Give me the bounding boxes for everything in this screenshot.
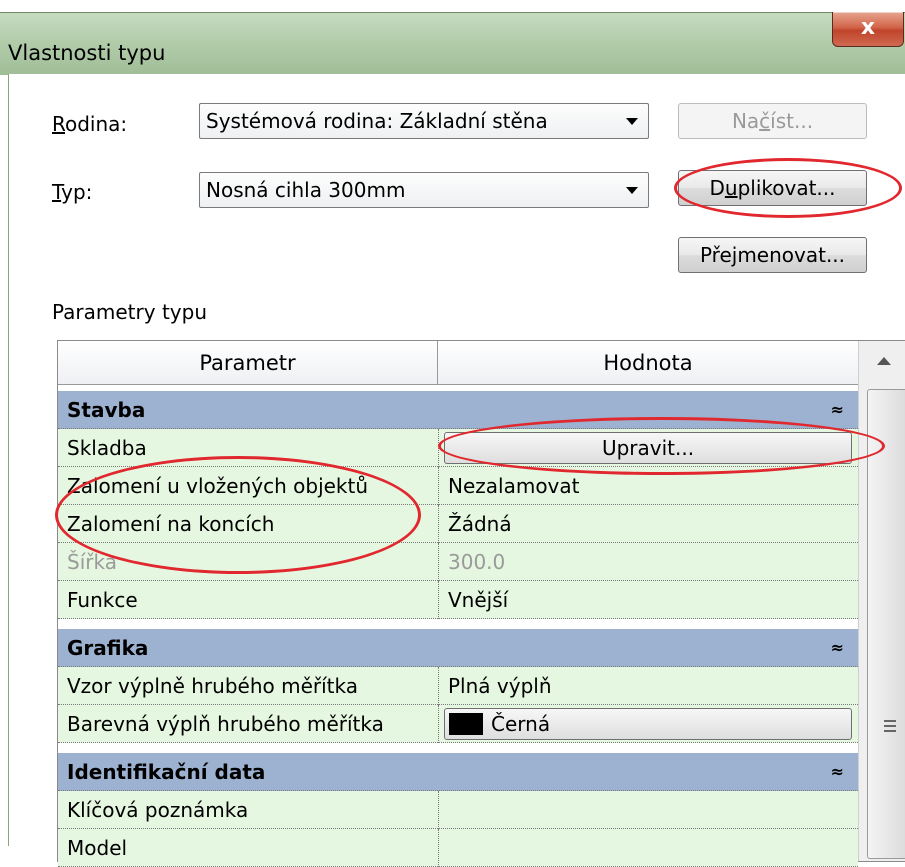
color-name: Černá (491, 712, 551, 736)
scroll-up-icon[interactable] (877, 357, 891, 365)
prejmenovat-button[interactable]: Přejmenovat... (678, 237, 867, 273)
param-row-funkce[interactable]: Funkce Vnější (58, 581, 858, 619)
param-row-sirka: Šířka 300.0 (58, 543, 858, 581)
param-value: Upravit... (438, 429, 858, 467)
group-name: Grafika (67, 636, 149, 660)
rodina-value: Systémová rodina: Základní stěna (206, 109, 548, 133)
typ-label: Typ: (52, 180, 92, 204)
chevron-down-icon (626, 187, 638, 194)
rodina-label-text: odina: (65, 112, 128, 136)
rodina-label: Rodina: (52, 112, 127, 136)
nacist-label-a: Na (731, 109, 760, 133)
param-name: Klíčová poznámka (67, 798, 249, 822)
group-row-stavba[interactable]: Stavba ≈ (58, 391, 858, 429)
param-name: Barevná výplň hrubého měřítka (67, 712, 384, 736)
group-row-grafika[interactable]: Grafika ≈ (58, 629, 858, 667)
prejmenovat-label-b: menovat... (737, 243, 846, 267)
group-row-identifikacni-data[interactable]: Identifikační data ≈ (58, 753, 858, 791)
prejmenovat-label-a: Pře (699, 243, 732, 267)
column-header-hodnota[interactable]: Hodnota (438, 341, 858, 385)
scroll-thumb[interactable] (867, 389, 905, 859)
collapse-icon[interactable]: ≈ (831, 753, 844, 791)
color-picker-button[interactable]: Černá (444, 708, 852, 740)
window-titlebar: Vlastnosti typu (0, 12, 905, 75)
param-value[interactable] (438, 829, 858, 867)
param-name: Funkce (67, 588, 138, 612)
nacist-button[interactable]: Načíst... (678, 103, 867, 139)
typ-label-accel: T (52, 180, 62, 204)
duplikovat-button[interactable]: Duplikovat... (678, 170, 867, 206)
param-name: Vzor výplně hrubého měřítka (67, 674, 358, 698)
color-swatch (449, 713, 483, 735)
duplikovat-label-accel: u (724, 176, 738, 200)
rodina-select[interactable]: Systémová rodina: Základní stěna (199, 103, 649, 139)
param-name: Zalomení u vložených objektů (67, 474, 369, 498)
param-name: Model (67, 836, 128, 860)
param-row-zalomeni-objekty[interactable]: Zalomení u vložených objektů Nezalamovat (58, 467, 858, 505)
param-row-vzor-vyplne[interactable]: Vzor výplně hrubého měřítka Plná výplň (58, 667, 858, 705)
vertical-scrollbar[interactable] (858, 341, 905, 861)
param-value[interactable]: Plná výplň (438, 667, 858, 705)
section-label: Parametry typu (52, 300, 207, 324)
column-header-parametr[interactable]: Parametr (58, 341, 438, 385)
rodina-label-accel: R (52, 112, 65, 136)
typ-label-text: yp: (61, 180, 93, 204)
param-value: Černá (438, 705, 858, 743)
collapse-icon[interactable]: ≈ (831, 629, 844, 667)
duplikovat-label-b: plikovat... (737, 176, 836, 200)
param-name: Šířka (67, 550, 117, 574)
close-button[interactable]: x (832, 12, 904, 47)
nacist-label-accel: č (759, 109, 771, 133)
param-value[interactable] (438, 791, 858, 829)
typ-value: Nosná cihla 300mm (206, 178, 406, 202)
group-name: Identifikační data (67, 760, 266, 784)
param-name: Skladba (67, 436, 147, 460)
param-row-barevna-vypln[interactable]: Barevná výplň hrubého měřítka Černá (58, 705, 858, 743)
close-icon: x (860, 15, 876, 40)
collapse-icon[interactable]: ≈ (831, 391, 844, 429)
param-value[interactable]: Vnější (438, 581, 858, 619)
typ-select[interactable]: Nosná cihla 300mm (199, 172, 649, 208)
param-name: Zalomení na koncích (67, 512, 275, 536)
param-row-model[interactable]: Model (58, 829, 858, 867)
grip-icon (884, 720, 896, 722)
param-value[interactable]: Žádná (438, 505, 858, 543)
window-title: Vlastnosti typu (8, 41, 166, 65)
chevron-down-icon (626, 118, 638, 125)
param-value: 300.0 (438, 543, 858, 581)
param-value[interactable]: Nezalamovat (438, 467, 858, 505)
nacist-label-b: íst... (770, 109, 814, 133)
upravit-button[interactable]: Upravit... (444, 432, 852, 464)
group-name: Stavba (67, 398, 146, 422)
param-row-skladba[interactable]: Skladba Upravit... (58, 429, 858, 467)
parameter-grid: Parametr Hodnota Stavba ≈ Skladba Upravi… (57, 340, 905, 867)
duplikovat-label-a: D (709, 176, 725, 200)
param-row-klicova-poznamka[interactable]: Klíčová poznámka (58, 791, 858, 829)
param-row-zalomeni-konce[interactable]: Zalomení na koncích Žádná (58, 505, 858, 543)
